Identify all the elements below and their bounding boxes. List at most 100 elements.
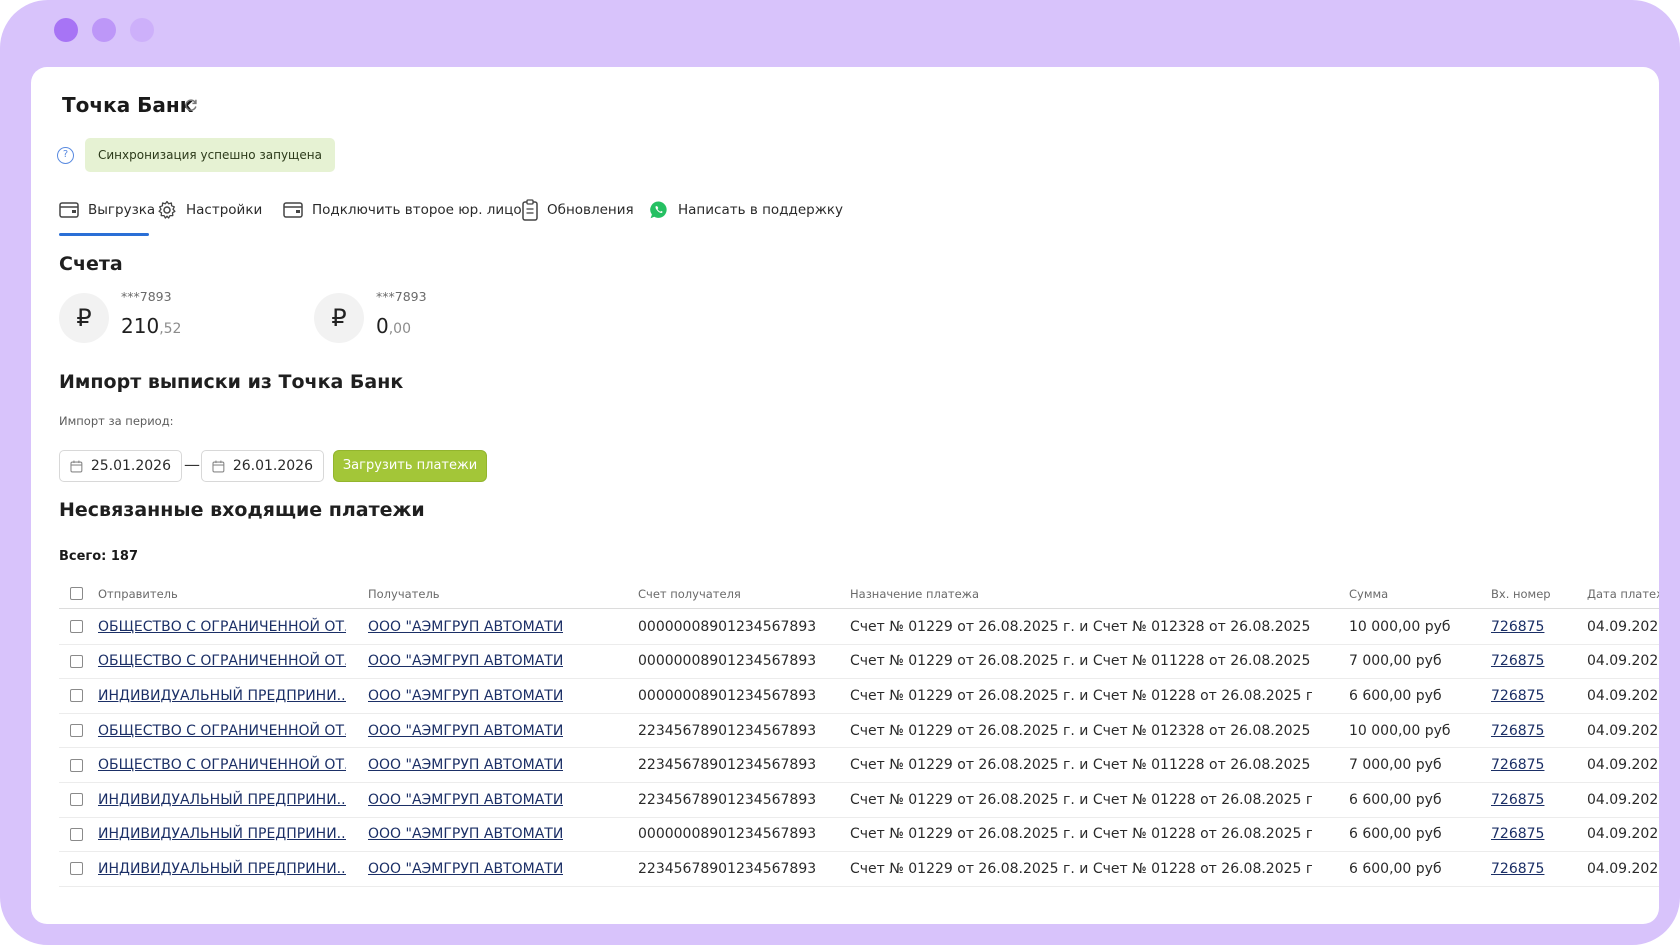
- account-card[interactable]: ₽ ***7893 210,52: [59, 289, 299, 349]
- in-number-link[interactable]: 726875: [1491, 645, 1561, 679]
- in-number-link[interactable]: 726875: [1491, 610, 1561, 644]
- recipient-link[interactable]: ООО "АЭМГРУП АВТОМАТИЗАЦИЯ": [368, 818, 563, 852]
- row-select-cell: [70, 679, 90, 713]
- recipient-link[interactable]: ООО "АЭМГРУП АВТОМАТИЗАЦИЯ": [368, 783, 563, 817]
- recipient-link[interactable]: ООО "АЭМГРУП АВТОМАТИЗАЦИЯ": [368, 645, 563, 679]
- ruble-icon: ₽: [59, 293, 109, 343]
- table-row: ИНДИВИДУАЛЬНЫЙ ПРЕДПРИНИ... ООО "АЭМГРУП…: [59, 679, 1659, 714]
- row-checkbox[interactable]: [70, 689, 83, 703]
- payment-purpose: Счет № 01229 от 26.08.2025 г. и Счет № 0…: [850, 757, 1312, 774]
- date-to-value: 26.01.2026: [232, 458, 313, 474]
- card-icon: [283, 202, 303, 218]
- recipient-link[interactable]: ООО "АЭМГРУП АВТОМАТИЗАЦИЯ": [368, 852, 563, 886]
- payment-amount: 10 000,00 руб: [1349, 722, 1451, 739]
- recipient-account: 00000008901234567893: [638, 653, 817, 670]
- table-row: ИНДИВИДУАЛЬНЫЙ ПРЕДПРИНИ... ООО "АЭМГРУП…: [59, 818, 1659, 853]
- recipient-account: 00000008901234567893: [638, 826, 817, 843]
- column-header-recipient[interactable]: Получатель: [368, 579, 563, 608]
- sender-link[interactable]: ИНДИВИДУАЛЬНЫЙ ПРЕДПРИНИ...: [98, 852, 346, 886]
- window-close-control[interactable]: [54, 18, 78, 42]
- tab-support[interactable]: Написать в поддержку: [649, 195, 843, 225]
- tab-connect-entity-label: Подключить второе юр. лицо: [312, 202, 522, 218]
- sender-link[interactable]: ОБЩЕСТВО С ОГРАНИЧЕННОЙ ОТ...: [98, 610, 346, 644]
- account-number: ***7893: [376, 289, 427, 304]
- payment-purpose: Счет № 01229 от 26.08.2025 г. и Счет № 0…: [850, 687, 1312, 704]
- sender-link[interactable]: ОБЩЕСТВО С ОГРАНИЧЕННОЙ ОТ...: [98, 748, 346, 782]
- in-number-link[interactable]: 726875: [1491, 818, 1561, 852]
- row-checkbox[interactable]: [70, 862, 83, 876]
- recipient-account: 00000008901234567893: [638, 618, 817, 635]
- column-header-account[interactable]: Счет получателя: [638, 579, 833, 608]
- row-checkbox[interactable]: [70, 654, 83, 668]
- in-number-link[interactable]: 726875: [1491, 679, 1561, 713]
- payment-purpose: Счет № 01229 от 26.08.2025 г. и Счет № 0…: [850, 826, 1312, 843]
- payment-amount: 7 000,00 руб: [1349, 757, 1442, 774]
- table-row: ИНДИВИДУАЛЬНЫЙ ПРЕДПРИНИ... ООО "АЭМГРУП…: [59, 783, 1659, 818]
- payment-date: 04.09.2025: [1587, 653, 1659, 670]
- recipient-link[interactable]: ООО "АЭМГРУП АВТОМАТИЗАЦИЯ": [368, 679, 563, 713]
- recipient-link[interactable]: ООО "АЭМГРУП АВТОМАТИЗАЦИЯ": [368, 610, 563, 644]
- column-header-sender[interactable]: Отправитель: [98, 579, 346, 608]
- wallet-icon: [59, 202, 79, 218]
- column-header-in-number[interactable]: Вх. номер: [1491, 579, 1561, 608]
- tab-updates-label: Обновления: [547, 202, 634, 218]
- period-label: Импорт за период:: [59, 414, 174, 428]
- row-checkbox[interactable]: [70, 827, 83, 841]
- in-number-link[interactable]: 726875: [1491, 748, 1561, 782]
- tab-settings[interactable]: Настройки: [157, 195, 262, 225]
- payment-purpose: Счет № 01229 от 26.08.2025 г. и Счет № 0…: [850, 722, 1312, 739]
- account-balance: 210,52: [121, 314, 181, 338]
- account-card[interactable]: ₽ ***7893 0,00: [314, 289, 554, 349]
- date-separator: —: [184, 455, 200, 474]
- sender-link[interactable]: ИНДИВИДУАЛЬНЫЙ ПРЕДПРИНИ...: [98, 818, 346, 852]
- payment-purpose: Счет № 01229 от 26.08.2025 г. и Счет № 0…: [850, 860, 1312, 877]
- import-heading: Импорт выписки из Точка Банк: [59, 371, 404, 393]
- page-title: Точка Банк: [62, 93, 194, 117]
- tab-support-label: Написать в поддержку: [678, 202, 844, 218]
- row-select-cell: [70, 818, 90, 852]
- sender-link[interactable]: ИНДИВИДУАЛЬНЫЙ ПРЕДПРИНИ...: [98, 783, 346, 817]
- row-checkbox[interactable]: [70, 724, 83, 738]
- sender-link[interactable]: ОБЩЕСТВО С ОГРАНИЧЕННОЙ ОТ...: [98, 714, 346, 748]
- row-select-cell: [70, 783, 90, 817]
- table-row: ОБЩЕСТВО С ОГРАНИЧЕННОЙ ОТ... ООО "АЭМГР…: [59, 610, 1659, 645]
- tab-connect-entity[interactable]: Подключить второе юр. лицо: [283, 195, 522, 225]
- in-number-link[interactable]: 726875: [1491, 714, 1561, 748]
- recipient-link[interactable]: ООО "АЭМГРУП АВТОМАТИЗАЦИЯ": [368, 748, 563, 782]
- load-payments-button[interactable]: Загрузить платежи: [333, 450, 487, 482]
- payment-amount: 10 000,00 руб: [1349, 618, 1451, 635]
- in-number-link[interactable]: 726875: [1491, 852, 1561, 886]
- row-checkbox[interactable]: [70, 758, 83, 772]
- recipient-account: 00000008901234567893: [638, 687, 817, 704]
- sender-link[interactable]: ОБЩЕСТВО С ОГРАНИЧЕННОЙ ОТ...: [98, 645, 346, 679]
- sync-status-badge: Синхронизация успешно запущена: [85, 138, 335, 172]
- row-select-cell: [70, 852, 90, 886]
- tab-upload[interactable]: Выгрузка: [59, 195, 155, 225]
- ruble-icon: ₽: [314, 293, 364, 343]
- tab-updates[interactable]: Обновления: [522, 195, 634, 225]
- in-number-link[interactable]: 726875: [1491, 783, 1561, 817]
- column-header-purpose[interactable]: Назначение платежа: [850, 579, 1312, 608]
- account-number: ***7893: [121, 289, 172, 304]
- sender-link[interactable]: ИНДИВИДУАЛЬНЫЙ ПРЕДПРИНИ...: [98, 679, 346, 713]
- gear-icon: [158, 200, 176, 219]
- row-checkbox[interactable]: [70, 793, 83, 807]
- date-from-field[interactable]: 25.01.2026: [59, 450, 182, 482]
- row-checkbox[interactable]: [70, 620, 83, 634]
- recipient-link[interactable]: ООО "АЭМГРУП АВТОМАТИЗАЦИЯ": [368, 714, 563, 748]
- select-all-checkbox[interactable]: [70, 587, 83, 600]
- select-all-cell: [70, 579, 90, 608]
- payment-amount: 7 000,00 руб: [1349, 653, 1442, 670]
- payment-amount: 6 600,00 руб: [1349, 687, 1442, 704]
- main-panel: Точка Банк ? Синхронизация успешно запущ…: [31, 67, 1659, 924]
- column-header-date[interactable]: Дата платежа: [1587, 579, 1659, 608]
- window-minimize-control[interactable]: [92, 18, 116, 42]
- window-maximize-control[interactable]: [130, 18, 154, 42]
- payment-date: 04.09.2025: [1587, 860, 1659, 877]
- help-icon[interactable]: ?: [57, 147, 74, 164]
- payment-amount: 6 600,00 руб: [1349, 791, 1442, 808]
- date-to-field[interactable]: 26.01.2026: [201, 450, 324, 482]
- recipient-account: 22345678901234567893: [638, 722, 817, 739]
- column-header-amount[interactable]: Сумма: [1349, 579, 1484, 608]
- refresh-icon[interactable]: [183, 97, 199, 113]
